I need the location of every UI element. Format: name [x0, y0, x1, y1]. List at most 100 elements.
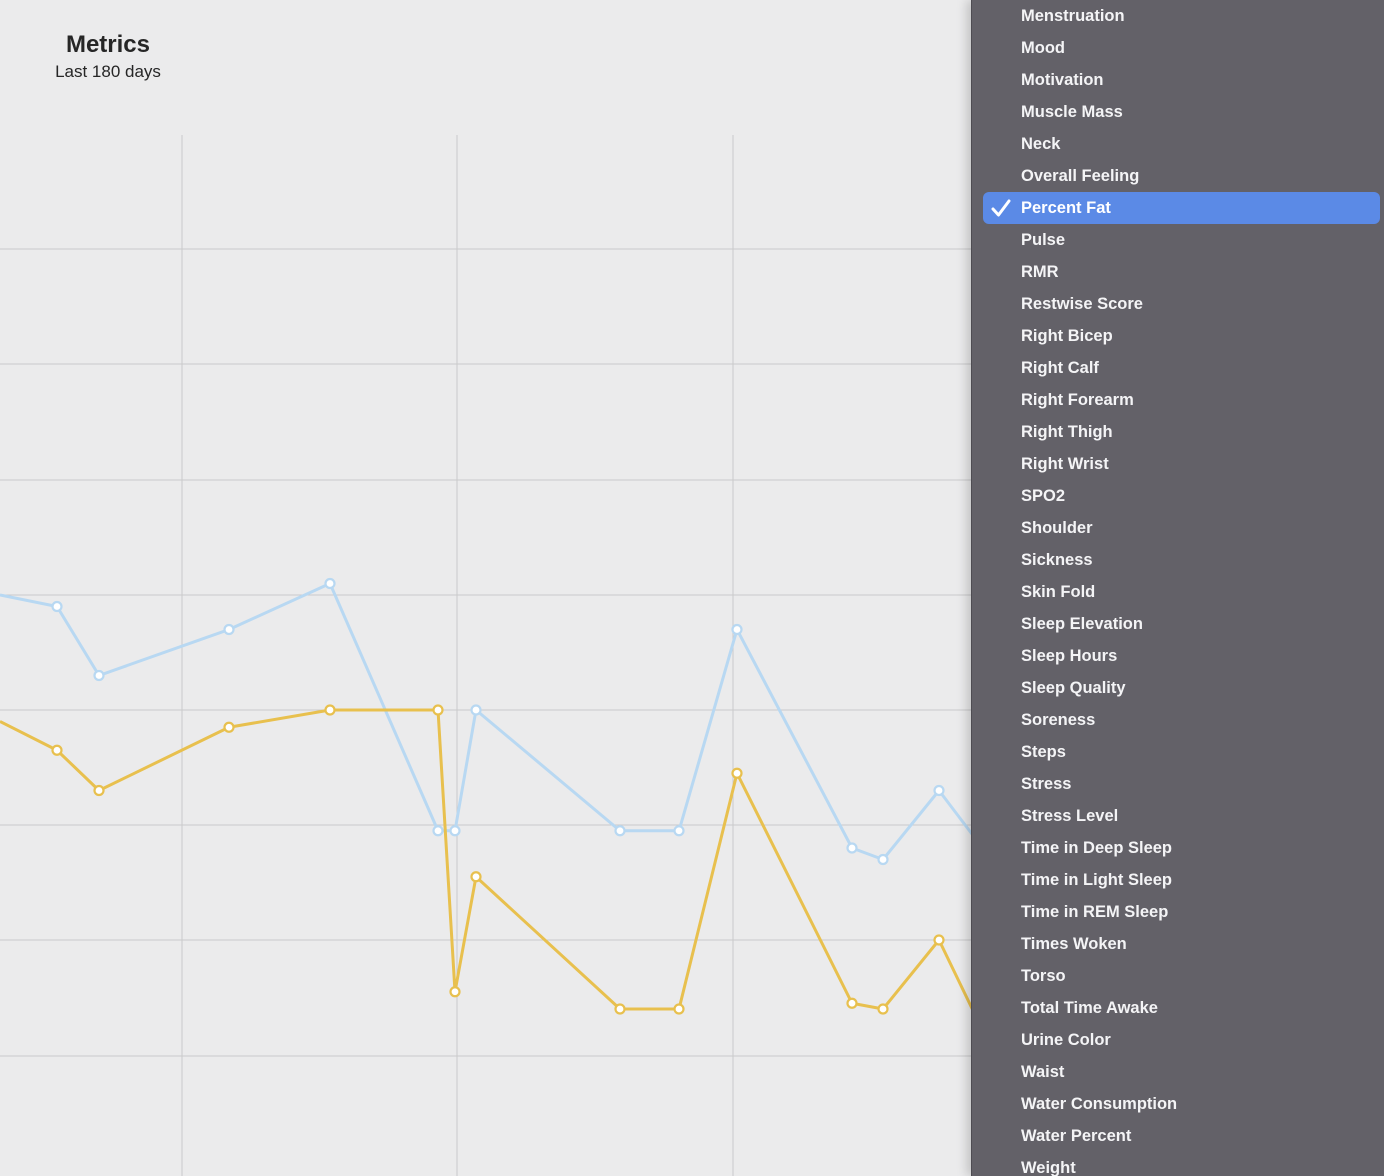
data-point-s1-10[interactable] [731, 767, 743, 779]
menu-item-waist[interactable]: Waist [983, 1056, 1380, 1088]
menu-item-total-time-awake[interactable]: Total Time Awake [983, 992, 1380, 1024]
menu-item-right-thigh[interactable]: Right Thigh [983, 416, 1380, 448]
menu-item-time-in-deep-sleep[interactable]: Time in Deep Sleep [983, 832, 1380, 864]
menu-item-label: Right Thigh [1021, 423, 1113, 441]
menu-item-label: Water Consumption [1021, 1095, 1178, 1113]
data-point-s1-1[interactable] [51, 744, 63, 756]
data-point-s1-8[interactable] [614, 1003, 626, 1015]
menu-item-label: RMR [1021, 263, 1059, 281]
menu-item-time-in-light-sleep[interactable]: Time in Light Sleep [983, 864, 1380, 896]
menu-item-motivation[interactable]: Motivation [983, 64, 1380, 96]
data-point-s1-7[interactable] [470, 871, 482, 883]
menu-item-urine-color[interactable]: Urine Color [983, 1024, 1380, 1056]
menu-item-spo2[interactable]: SPO2 [983, 480, 1380, 512]
metrics-window: Metrics Last 180 days Menstruation Mood Mo… [0, 0, 1384, 1176]
menu-item-label: Urine Color [1021, 1031, 1111, 1049]
menu-item-label: Sickness [1021, 551, 1093, 569]
data-point-s0-1[interactable] [51, 600, 63, 613]
menu-item-label: Stress [1021, 775, 1072, 793]
menu-item-label: Right Wrist [1021, 455, 1109, 473]
data-point-s0-4[interactable] [324, 577, 336, 590]
menu-item-sleep-elevation[interactable]: Sleep Elevation [983, 608, 1380, 640]
menu-item-pulse[interactable]: Pulse [983, 224, 1380, 256]
metrics-chart [0, 135, 972, 1176]
checkmark-icon [991, 199, 1011, 217]
menu-item-label: Percent Fat [1021, 199, 1111, 217]
menu-item-label: Pulse [1021, 231, 1066, 249]
data-point-s1-13[interactable] [933, 934, 945, 946]
menu-item-right-forearm[interactable]: Right Forearm [983, 384, 1380, 416]
menu-item-label: Muscle Mass [1021, 103, 1123, 121]
series-line-0 [0, 582, 972, 861]
menu-item-label: Soreness [1021, 711, 1096, 729]
menu-item-time-in-rem-sleep[interactable]: Time in REM Sleep [983, 896, 1380, 928]
menu-item-label: Shoulder [1021, 519, 1093, 537]
page-title: Metrics [65, 31, 151, 58]
menu-item-label: Sleep Elevation [1021, 615, 1143, 633]
data-point-s0-7[interactable] [470, 704, 482, 716]
data-point-s0-13[interactable] [933, 784, 945, 797]
menu-item-label: Menstruation [1021, 7, 1125, 25]
menu-item-label: Steps [1021, 743, 1066, 761]
data-point-s0-2[interactable] [93, 669, 105, 682]
menu-item-neck[interactable]: Neck [983, 128, 1380, 160]
menu-item-weight[interactable]: Weight [983, 1152, 1380, 1176]
menu-item-label: SPO2 [1021, 487, 1066, 505]
menu-item-label: Times Woken [1021, 935, 1127, 953]
menu-item-steps[interactable]: Steps [983, 736, 1380, 768]
menu-item-overall-feeling[interactable]: Overall Feeling [983, 160, 1380, 192]
menu-item-label: Time in Light Sleep [1021, 871, 1172, 889]
menu-item-sleep-hours[interactable]: Sleep Hours [983, 640, 1380, 672]
menu-item-water-consumption[interactable]: Water Consumption [983, 1088, 1380, 1120]
menu-item-label: Stress Level [1021, 807, 1119, 825]
menu-item-label: Right Bicep [1021, 327, 1113, 345]
menu-item-stress[interactable]: Stress [983, 768, 1380, 800]
menu-item-label: Water Percent [1021, 1127, 1132, 1145]
menu-item-muscle-mass[interactable]: Muscle Mass [983, 96, 1380, 128]
data-point-s0-10[interactable] [731, 623, 743, 636]
data-point-s1-9[interactable] [673, 1003, 685, 1015]
data-point-s1-5[interactable] [432, 704, 444, 716]
menu-item-restwise-score[interactable]: Restwise Score [983, 288, 1380, 320]
menu-item-sleep-quality[interactable]: Sleep Quality [983, 672, 1380, 704]
menu-item-percent-fat[interactable]: Percent Fat [983, 192, 1380, 224]
data-point-s0-12[interactable] [877, 853, 889, 866]
data-point-s1-12[interactable] [877, 1003, 889, 1015]
data-point-s1-4[interactable] [324, 704, 336, 716]
menu-item-label: Total Time Awake [1021, 999, 1158, 1017]
menu-item-torso[interactable]: Torso [983, 960, 1380, 992]
menu-item-sickness[interactable]: Sickness [983, 544, 1380, 576]
menu-item-label: Waist [1021, 1063, 1065, 1081]
menu-item-label: Sleep Quality [1021, 679, 1126, 697]
menu-item-stress-level[interactable]: Stress Level [983, 800, 1380, 832]
data-point-s1-6[interactable] [449, 986, 461, 998]
data-point-s0-11[interactable] [846, 842, 858, 854]
menu-item-right-bicep[interactable]: Right Bicep [983, 320, 1380, 352]
menu-item-label: Time in Deep Sleep [1021, 839, 1172, 857]
menu-item-right-calf[interactable]: Right Calf [983, 352, 1380, 384]
menu-item-label: Neck [1021, 135, 1061, 153]
metric-dropdown-menu[interactable]: Menstruation Mood Motivation Muscle Mass Nec… [971, 0, 1384, 1176]
menu-item-times-woken[interactable]: Times Woken [983, 928, 1380, 960]
menu-item-rmr[interactable]: RMR [983, 256, 1380, 288]
data-point-s1-3[interactable] [223, 721, 235, 733]
data-point-s0-5[interactable] [432, 825, 444, 837]
data-point-s0-9[interactable] [673, 825, 685, 837]
data-point-s1-11[interactable] [846, 997, 858, 1009]
data-point-s0-8[interactable] [614, 825, 626, 837]
menu-item-right-wrist[interactable]: Right Wrist [983, 448, 1380, 480]
menu-item-label: Weight [1021, 1159, 1076, 1176]
menu-item-water-percent[interactable]: Water Percent [983, 1120, 1380, 1152]
data-point-s0-3[interactable] [223, 623, 235, 636]
menu-item-label: Restwise Score [1021, 295, 1143, 313]
page-subtitle: Last 180 days [55, 62, 161, 81]
menu-item-mood[interactable]: Mood [983, 32, 1380, 64]
menu-item-label: Right Forearm [1021, 391, 1134, 409]
menu-item-label: Overall Feeling [1021, 167, 1140, 185]
menu-item-menstruation[interactable]: Menstruation [983, 0, 1380, 32]
data-point-s1-2[interactable] [93, 784, 105, 797]
menu-item-shoulder[interactable]: Shoulder [983, 512, 1380, 544]
data-point-s0-6[interactable] [449, 825, 461, 837]
menu-item-soreness[interactable]: Soreness [983, 704, 1380, 736]
menu-item-skin-fold[interactable]: Skin Fold [983, 576, 1380, 608]
